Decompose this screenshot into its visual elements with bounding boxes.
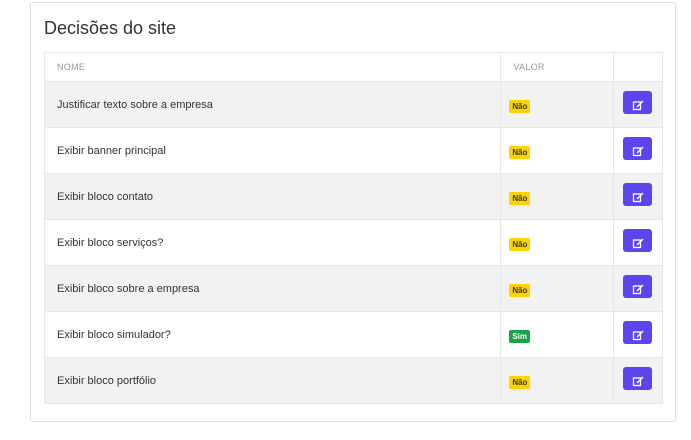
value-badge: Não	[509, 100, 531, 113]
row-value: Sim	[500, 311, 614, 358]
row-value: Não	[500, 219, 614, 266]
row-value: Não	[500, 265, 614, 312]
table-row: Justificar texto sobre a empresa Não	[44, 81, 664, 128]
row-actions	[613, 265, 664, 312]
edit-button[interactable]	[623, 275, 653, 298]
row-actions	[613, 219, 664, 266]
value-badge: Não	[509, 146, 531, 159]
column-header-name: NOME	[44, 52, 502, 82]
row-actions	[613, 357, 664, 404]
edit-button[interactable]	[623, 137, 653, 160]
table-row: Exibir banner principal Não	[44, 127, 664, 174]
row-name: Exibir bloco portfólio	[44, 357, 502, 404]
value-badge: Não	[509, 238, 531, 251]
row-actions	[613, 173, 664, 220]
edit-button[interactable]	[623, 367, 653, 390]
edit-icon	[632, 100, 644, 111]
table-row: Exibir bloco simulador? Sim	[44, 311, 664, 358]
table-row: Exibir bloco portfólio Não	[44, 357, 664, 404]
table-row: Exibir bloco contato Não	[44, 173, 664, 220]
row-name: Exibir bloco simulador?	[44, 311, 502, 358]
page-title: Decisões do site	[44, 18, 177, 38]
decisions-card: Decisões do site NOME VALOR Justificar t…	[30, 2, 676, 422]
row-value: Não	[500, 173, 614, 220]
row-name: Exibir banner principal	[44, 127, 502, 174]
row-name: Justificar texto sobre a empresa	[44, 81, 502, 128]
row-actions	[613, 127, 664, 174]
decisions-table: NOME VALOR Justificar texto sobre a empr…	[44, 52, 664, 404]
row-value: Não	[500, 81, 614, 128]
table-header-row: NOME VALOR	[44, 52, 664, 82]
edit-icon	[632, 330, 644, 341]
row-name: Exibir bloco serviços?	[44, 219, 502, 266]
edit-icon	[632, 284, 644, 295]
value-badge: Sim	[509, 330, 530, 343]
edit-icon	[632, 238, 644, 249]
row-actions	[613, 311, 664, 358]
edit-button[interactable]	[623, 91, 653, 114]
row-actions	[613, 81, 664, 128]
column-header-value: VALOR	[500, 52, 614, 82]
value-badge: Não	[509, 192, 531, 205]
row-name: Exibir bloco contato	[44, 173, 502, 220]
row-value: Não	[500, 357, 614, 404]
row-value: Não	[500, 127, 614, 174]
edit-icon	[632, 146, 644, 157]
column-header-actions	[613, 52, 664, 82]
edit-button[interactable]	[623, 229, 653, 252]
table-row: Exibir bloco sobre a empresa Não	[44, 265, 664, 312]
value-badge: Não	[509, 376, 531, 389]
table-row: Exibir bloco serviços? Não	[44, 219, 664, 266]
edit-button[interactable]	[623, 321, 653, 344]
edit-icon	[632, 192, 644, 203]
value-badge: Não	[509, 284, 531, 297]
row-name: Exibir bloco sobre a empresa	[44, 265, 502, 312]
edit-button[interactable]	[623, 183, 653, 206]
edit-icon	[632, 376, 644, 387]
